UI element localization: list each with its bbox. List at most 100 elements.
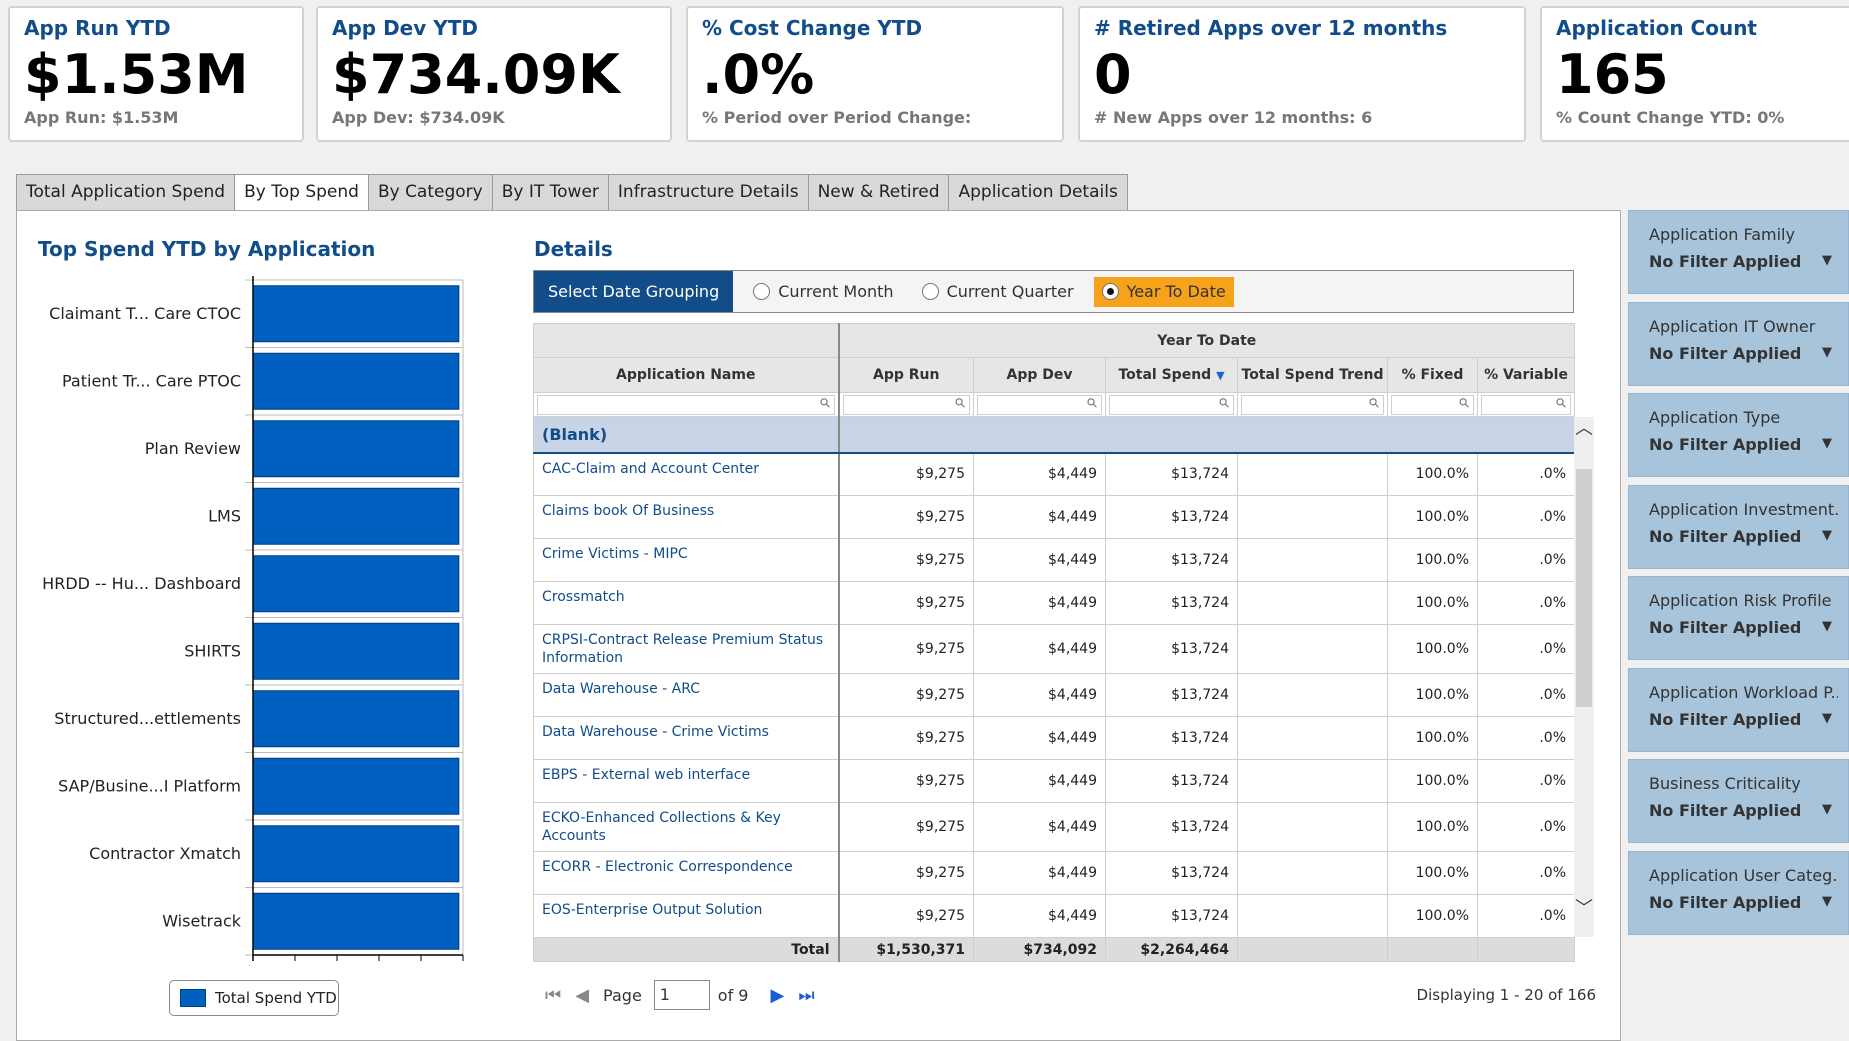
chevron-up-icon[interactable]: ︿ xyxy=(1575,417,1593,441)
grid-vertical-scrollbar[interactable]: ︿ ﹀ xyxy=(1574,417,1594,937)
group-row-blank[interactable]: (Blank) xyxy=(533,416,1576,454)
table-row[interactable]: Crime Victims - MIPC $9,275 $4,449 $13,724 1… xyxy=(533,538,1576,582)
column-header-app-dev[interactable]: App Dev xyxy=(973,357,1106,393)
cell-application-name[interactable]: EBPS - External web interface xyxy=(533,759,839,803)
cell-application-name[interactable]: CRPSI-Contract Release Premium Status In… xyxy=(533,624,839,674)
cell-total-spend: $13,724 xyxy=(1105,581,1238,625)
filter-pct-fixed[interactable] xyxy=(1387,392,1478,417)
filter-app-run[interactable] xyxy=(837,392,974,417)
bar[interactable] xyxy=(252,690,460,748)
dropdown-arrow-icon[interactable]: ▼ xyxy=(1822,894,1832,909)
scrollbar-thumb[interactable] xyxy=(1576,469,1592,707)
filter-card[interactable]: Application Investment... No Filter Appli… xyxy=(1628,484,1849,569)
chart-legend[interactable]: Total Spend YTD xyxy=(169,980,339,1016)
cell-application-name[interactable]: ECKO-Enhanced Collections & Key Accounts xyxy=(533,802,839,852)
table-row[interactable]: Data Warehouse - Crime Victims $9,275 $4,4… xyxy=(533,716,1576,760)
filter-total-spend-trend[interactable] xyxy=(1237,392,1388,417)
table-row[interactable]: EOS-Enterprise Output Solution $9,275 $4,4… xyxy=(533,894,1576,938)
column-header-pct-variable[interactable]: % Variable xyxy=(1476,357,1576,393)
filter-app-dev[interactable] xyxy=(973,392,1106,417)
cell-pct-variable: .0% xyxy=(1476,759,1576,803)
filter-pct-variable[interactable] xyxy=(1476,392,1576,417)
tab-by-it-tower[interactable]: By IT Tower xyxy=(491,174,608,211)
dropdown-arrow-icon[interactable]: ▼ xyxy=(1822,345,1832,360)
radio-current-month[interactable]: Current Month xyxy=(745,277,901,307)
dropdown-arrow-icon[interactable]: ▼ xyxy=(1822,436,1832,451)
table-row[interactable]: CAC-Claim and Account Center $9,275 $4,449… xyxy=(533,452,1576,496)
filter-card[interactable]: Application Family No Filter Applied ▼ xyxy=(1628,210,1849,294)
dropdown-arrow-icon[interactable]: ▼ xyxy=(1822,619,1832,634)
filter-card[interactable]: Application Risk Profile No Filter Applie… xyxy=(1628,576,1849,660)
cell-application-name[interactable]: EOS-Enterprise Output Solution xyxy=(533,894,839,938)
dropdown-arrow-icon[interactable]: ▼ xyxy=(1822,253,1832,268)
search-icon[interactable] xyxy=(842,394,970,415)
cell-application-name[interactable]: Crime Victims - MIPC xyxy=(533,538,839,582)
cell-application-name[interactable]: Claims book Of Business xyxy=(533,495,839,539)
cell-application-name[interactable]: ECORR - Electronic Correspondence xyxy=(533,851,839,895)
group-row-label: (Blank) xyxy=(533,416,839,454)
search-icon[interactable] xyxy=(537,394,835,415)
first-page-icon[interactable]: ⏮ xyxy=(545,985,561,1006)
column-header-total-spend-trend[interactable]: Total Spend Trend xyxy=(1237,357,1388,393)
bar[interactable] xyxy=(252,352,460,410)
filter-card[interactable]: Business Criticality No Filter Applied ▼ xyxy=(1628,759,1849,843)
bar[interactable] xyxy=(252,622,460,680)
page-number-input[interactable]: 1 xyxy=(653,980,710,1010)
filter-application-name[interactable] xyxy=(533,392,839,417)
filter-value: No Filter Applied xyxy=(1649,252,1802,271)
bar[interactable] xyxy=(252,487,460,545)
filter-total-spend[interactable] xyxy=(1105,392,1238,417)
dropdown-arrow-icon[interactable]: ▼ xyxy=(1822,528,1832,543)
search-icon[interactable] xyxy=(1241,394,1384,415)
column-header-total-spend[interactable]: Total Spend ▼ xyxy=(1105,357,1238,393)
tab-application-details[interactable]: Application Details xyxy=(948,174,1128,211)
kpi-title: # Retired Apps over 12 months xyxy=(1094,16,1448,40)
radio-button-selected[interactable] xyxy=(1101,283,1119,300)
next-page-icon[interactable]: ▶ xyxy=(770,985,784,1006)
bar[interactable] xyxy=(252,757,460,815)
tab-by-category[interactable]: By Category xyxy=(367,174,492,211)
search-icon[interactable] xyxy=(1481,394,1572,415)
dropdown-arrow-icon[interactable]: ▼ xyxy=(1822,711,1832,726)
table-row[interactable]: EBPS - External web interface $9,275 $4,44… xyxy=(533,759,1576,803)
tab-new-and-retired[interactable]: New & Retired xyxy=(807,174,949,211)
search-icon[interactable] xyxy=(977,394,1102,415)
dropdown-arrow-icon[interactable]: ▼ xyxy=(1822,802,1832,817)
filter-card[interactable]: Application Type No Filter Applied ▼ xyxy=(1628,393,1849,477)
tab-total-application-spend[interactable]: Total Application Spend xyxy=(16,174,235,211)
radio-button[interactable] xyxy=(753,283,771,300)
table-row[interactable]: Crossmatch $9,275 $4,449 $13,724 100.0% .0% xyxy=(533,581,1576,625)
tab-infrastructure-details[interactable]: Infrastructure Details xyxy=(607,174,808,211)
cell-pct-fixed: 100.0% xyxy=(1387,495,1478,539)
table-row[interactable]: Claims book Of Business $9,275 $4,449 $13,7… xyxy=(533,495,1576,539)
table-row[interactable]: ECKO-Enhanced Collections & Key Accounts… xyxy=(533,802,1576,852)
column-header-app-run[interactable]: App Run xyxy=(837,357,974,393)
filter-card[interactable]: Application User Categ... No Filter Appli… xyxy=(1628,850,1849,935)
table-row[interactable]: Data Warehouse - ARC $9,275 $4,449 $13,724 1… xyxy=(533,673,1576,717)
table-row[interactable]: ECORR - Electronic Correspondence $9,275 $… xyxy=(533,851,1576,895)
cell-application-name[interactable]: Data Warehouse - ARC xyxy=(533,673,839,717)
filter-card[interactable]: Application Workload P... No Filter Appli… xyxy=(1628,667,1849,752)
table-row[interactable]: CRPSI-Contract Release Premium Status In… xyxy=(533,624,1576,674)
radio-year-to-date[interactable]: Year To Date xyxy=(1093,276,1234,307)
bar[interactable] xyxy=(252,825,460,883)
radio-button[interactable] xyxy=(921,283,939,300)
filter-card[interactable]: Application IT Owner No Filter Applied ▼ xyxy=(1628,301,1849,386)
last-page-icon[interactable]: ⏭ xyxy=(798,985,814,1006)
cell-application-name[interactable]: Data Warehouse - Crime Victims xyxy=(533,716,839,760)
bar[interactable] xyxy=(252,285,460,343)
previous-page-icon[interactable]: ◀ xyxy=(575,985,589,1006)
column-header-pct-fixed[interactable]: % Fixed xyxy=(1387,357,1478,393)
search-icon[interactable] xyxy=(1109,394,1234,415)
bar[interactable] xyxy=(252,555,460,613)
tab-by-top-spend[interactable]: By Top Spend xyxy=(234,174,368,211)
column-header-application-name[interactable]: Application Name xyxy=(533,357,839,393)
bar[interactable] xyxy=(252,892,460,950)
chevron-down-icon[interactable]: ﹀ xyxy=(1575,897,1593,921)
search-icon[interactable] xyxy=(1391,394,1474,415)
cell-application-name[interactable]: Crossmatch xyxy=(533,581,839,625)
filter-name: Application Type xyxy=(1649,408,1781,427)
radio-current-quarter[interactable]: Current Quarter xyxy=(914,277,1082,307)
bar[interactable] xyxy=(252,420,460,478)
cell-application-name[interactable]: CAC-Claim and Account Center xyxy=(533,452,839,496)
